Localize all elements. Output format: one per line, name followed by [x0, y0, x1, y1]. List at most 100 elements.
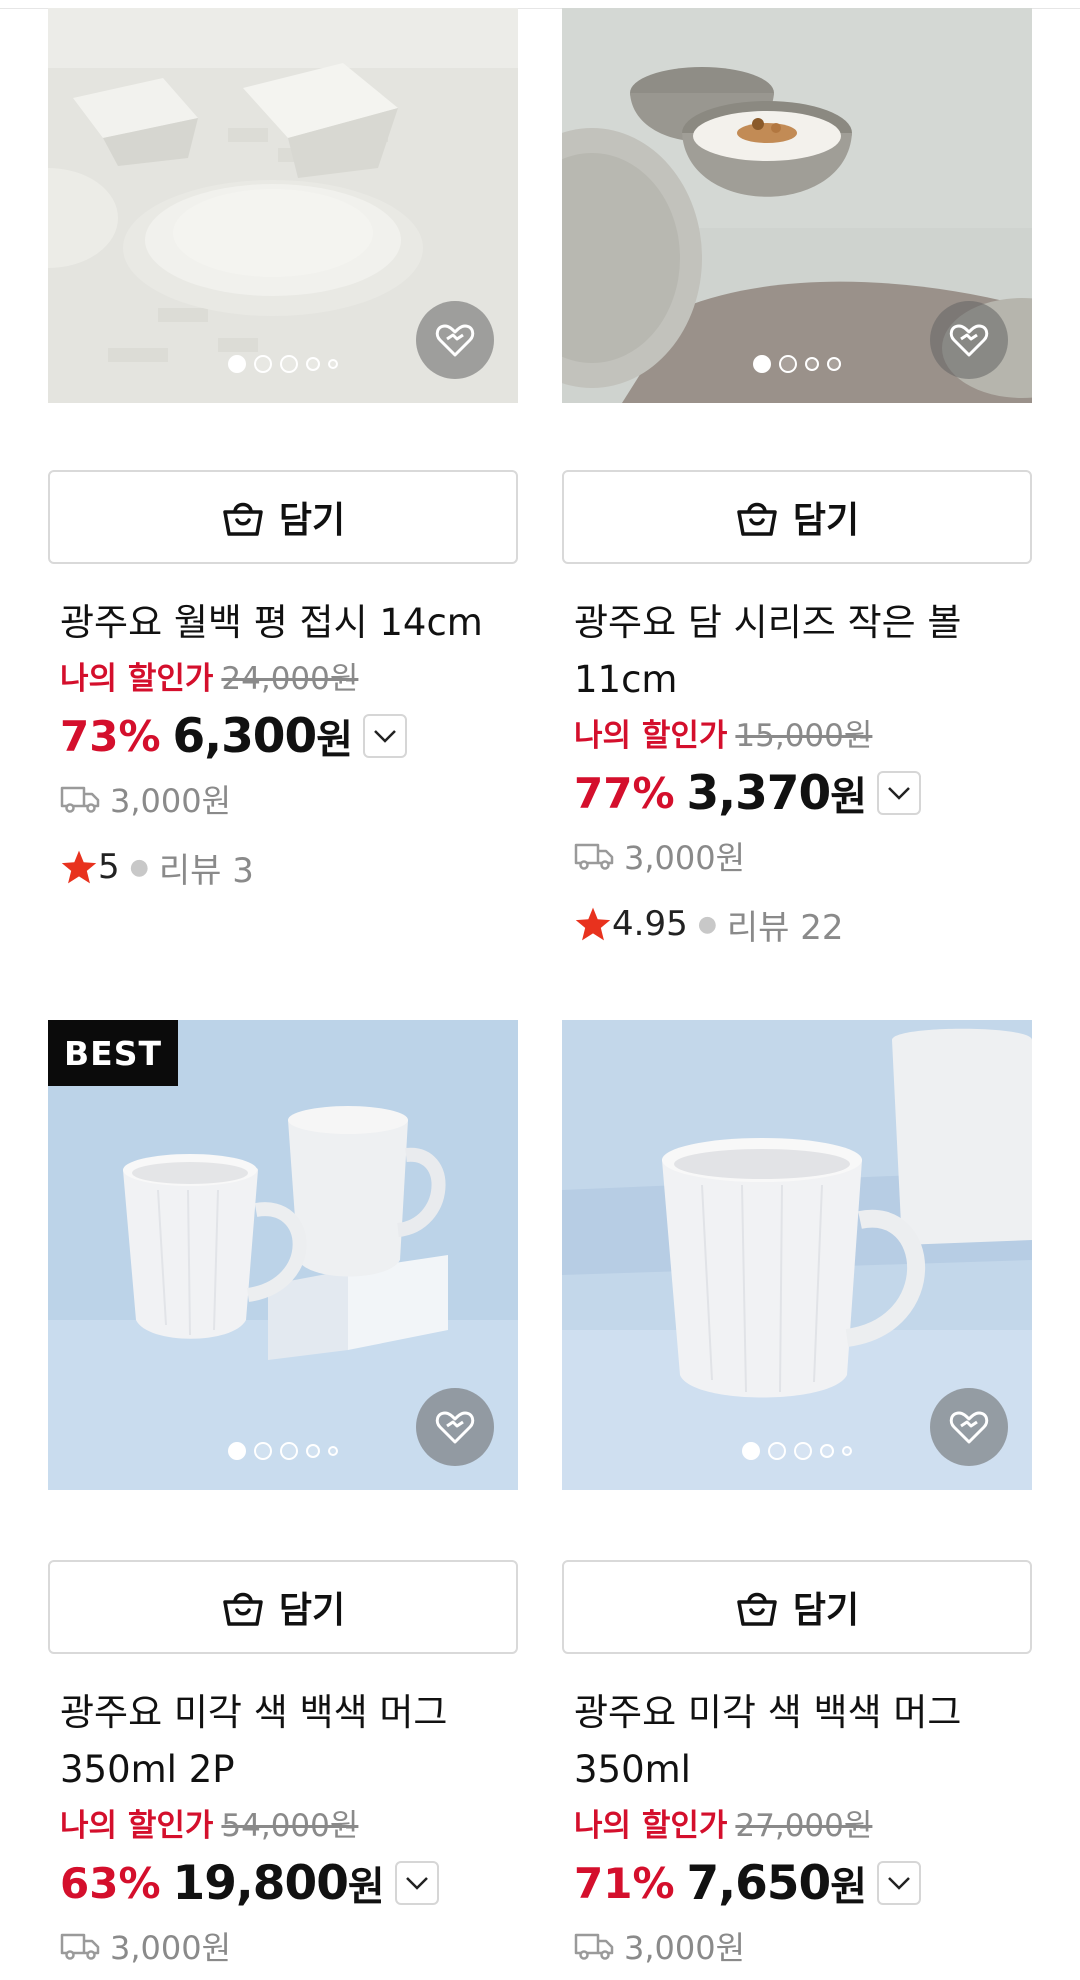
rating-row: 5 ● 리뷰 3 [60, 833, 520, 901]
original-price: 24,000원 [221, 661, 359, 697]
shipping-row: 3,000원 [60, 1912, 520, 1980]
price-row: 73% 6,300 원 [60, 707, 520, 765]
carousel-dot [280, 1442, 298, 1460]
carousel-dot [228, 1442, 246, 1460]
sale-price: 7,650 [686, 1855, 832, 1911]
my-discount-label: 나의 할인가 [574, 718, 728, 754]
add-to-cart-button-3[interactable]: 담기 [48, 1560, 518, 1654]
price-detail-toggle[interactable] [877, 1861, 922, 1905]
heart-icon [435, 324, 475, 357]
discount-percent: 63% [60, 1858, 161, 1908]
my-discount-label: 나의 할인가 [60, 1808, 214, 1844]
original-price: 27,000원 [735, 1808, 873, 1844]
separator-dot: ● [697, 911, 717, 937]
product-image-3[interactable]: BEST [48, 1020, 518, 1490]
heart-icon [949, 1411, 989, 1444]
carousel-dot [328, 1446, 338, 1456]
product-title[interactable]: 광주요 미각 색 백색 머그 350ml [574, 1684, 1034, 1798]
shopping-bag-icon [737, 1592, 777, 1626]
wishlist-button[interactable] [416, 1388, 494, 1466]
carousel-dot [254, 1442, 272, 1460]
carousel-dot [779, 355, 797, 373]
product-card-1[interactable] [48, 8, 518, 403]
review-count[interactable]: 리뷰 22 [727, 900, 844, 949]
product-title[interactable]: 광주요 월백 평 접시 14cm [60, 594, 520, 651]
currency: 원 [316, 717, 354, 763]
product-info-4: 광주요 미각 색 백색 머그 350ml 나의 할인가 27,000원 71% 7… [574, 1684, 1034, 1980]
my-discount-row: 나의 할인가 27,000원 [574, 1798, 1034, 1854]
product-image-4[interactable] [562, 1020, 1032, 1490]
price-detail-toggle[interactable] [363, 714, 408, 758]
rating-row: 4.95 ● 리뷰 22 [574, 890, 1034, 958]
carousel-dot [306, 357, 320, 371]
discount-percent: 73% [60, 711, 161, 761]
my-discount-row: 나의 할인가 15,000원 [574, 708, 1034, 764]
carousel-dot [753, 355, 771, 373]
sale-price: 6,300 [172, 708, 318, 764]
carousel-dot [842, 1446, 852, 1456]
original-price: 54,000원 [221, 1808, 359, 1844]
delivery-truck-icon [574, 1933, 614, 1960]
price-row: 71% 7,650 원 [574, 1854, 1034, 1912]
best-badge: BEST [48, 1020, 178, 1086]
chevron-down-icon [374, 730, 396, 743]
price-row: 63% 19,800 원 [60, 1854, 520, 1912]
cart-label: 담기 [278, 500, 346, 541]
shipping-fee: 3,000원 [624, 839, 746, 877]
carousel-dot [820, 1444, 834, 1458]
product-info-3: 광주요 미각 색 백색 머그 350ml 2P 나의 할인가 54,000원 63… [60, 1684, 520, 1980]
shipping-row: 3,000원 [574, 822, 1034, 890]
product-title[interactable]: 광주요 담 시리즈 작은 볼 11cm [574, 594, 1034, 708]
chevron-down-icon [888, 1877, 910, 1890]
price-detail-toggle[interactable] [877, 771, 922, 815]
carousel-dot [805, 357, 819, 371]
cart-label: 담기 [278, 1590, 346, 1631]
product-info-1: 광주요 월백 평 접시 14cm 나의 할인가 24,000원 73% 6,300… [60, 594, 520, 901]
star-icon [61, 850, 97, 884]
sale-price: 19,800 [172, 1855, 349, 1911]
delivery-truck-icon [60, 786, 100, 813]
product-card-3[interactable]: BEST [48, 1020, 518, 1490]
wishlist-button[interactable] [930, 1388, 1008, 1466]
my-discount-label: 나의 할인가 [574, 1808, 728, 1844]
product-card-4[interactable] [562, 1020, 1032, 1490]
shipping-row: 3,000원 [574, 1912, 1034, 1980]
currency: 원 [830, 1864, 868, 1910]
my-discount-row: 나의 할인가 54,000원 [60, 1798, 520, 1854]
shipping-fee: 3,000원 [110, 1929, 232, 1967]
carousel-dot [306, 1444, 320, 1458]
carousel-dot [254, 355, 272, 373]
carousel-dot [742, 1442, 760, 1460]
carousel-dot [328, 359, 338, 369]
sale-price: 3,370 [686, 765, 832, 821]
review-count[interactable]: 리뷰 3 [159, 843, 254, 892]
discount-percent: 77% [574, 768, 675, 818]
star-icon [575, 907, 611, 941]
product-image-1[interactable] [48, 8, 518, 403]
add-to-cart-button-1[interactable]: 담기 [48, 470, 518, 564]
add-to-cart-button-4[interactable]: 담기 [562, 1560, 1032, 1654]
carousel-dot [228, 355, 246, 373]
discount-percent: 71% [574, 1858, 675, 1908]
price-detail-toggle[interactable] [394, 1861, 439, 1905]
my-discount-row: 나의 할인가 24,000원 [60, 651, 520, 707]
shopping-bag-icon [737, 502, 777, 536]
shopping-bag-icon [223, 1592, 263, 1626]
wishlist-button[interactable] [930, 301, 1008, 379]
product-image-2[interactable] [562, 8, 1032, 403]
cart-label: 담기 [792, 1590, 860, 1631]
delivery-truck-icon [60, 1933, 100, 1960]
cart-label: 담기 [792, 500, 860, 541]
product-info-2: 광주요 담 시리즈 작은 볼 11cm 나의 할인가 15,000원 77% 3,… [574, 594, 1034, 958]
carousel-dot [280, 355, 298, 373]
product-title[interactable]: 광주요 미각 색 백색 머그 350ml 2P [60, 1684, 520, 1798]
wishlist-button[interactable] [416, 301, 494, 379]
product-card-2[interactable] [562, 8, 1032, 403]
carousel-dot [768, 1442, 786, 1460]
shipping-fee: 3,000원 [624, 1929, 746, 1967]
heart-icon [435, 1411, 475, 1444]
rating-score: 4.95 [612, 904, 688, 944]
add-to-cart-button-2[interactable]: 담기 [562, 470, 1032, 564]
currency: 원 [347, 1864, 385, 1910]
chevron-down-icon [405, 1877, 428, 1890]
